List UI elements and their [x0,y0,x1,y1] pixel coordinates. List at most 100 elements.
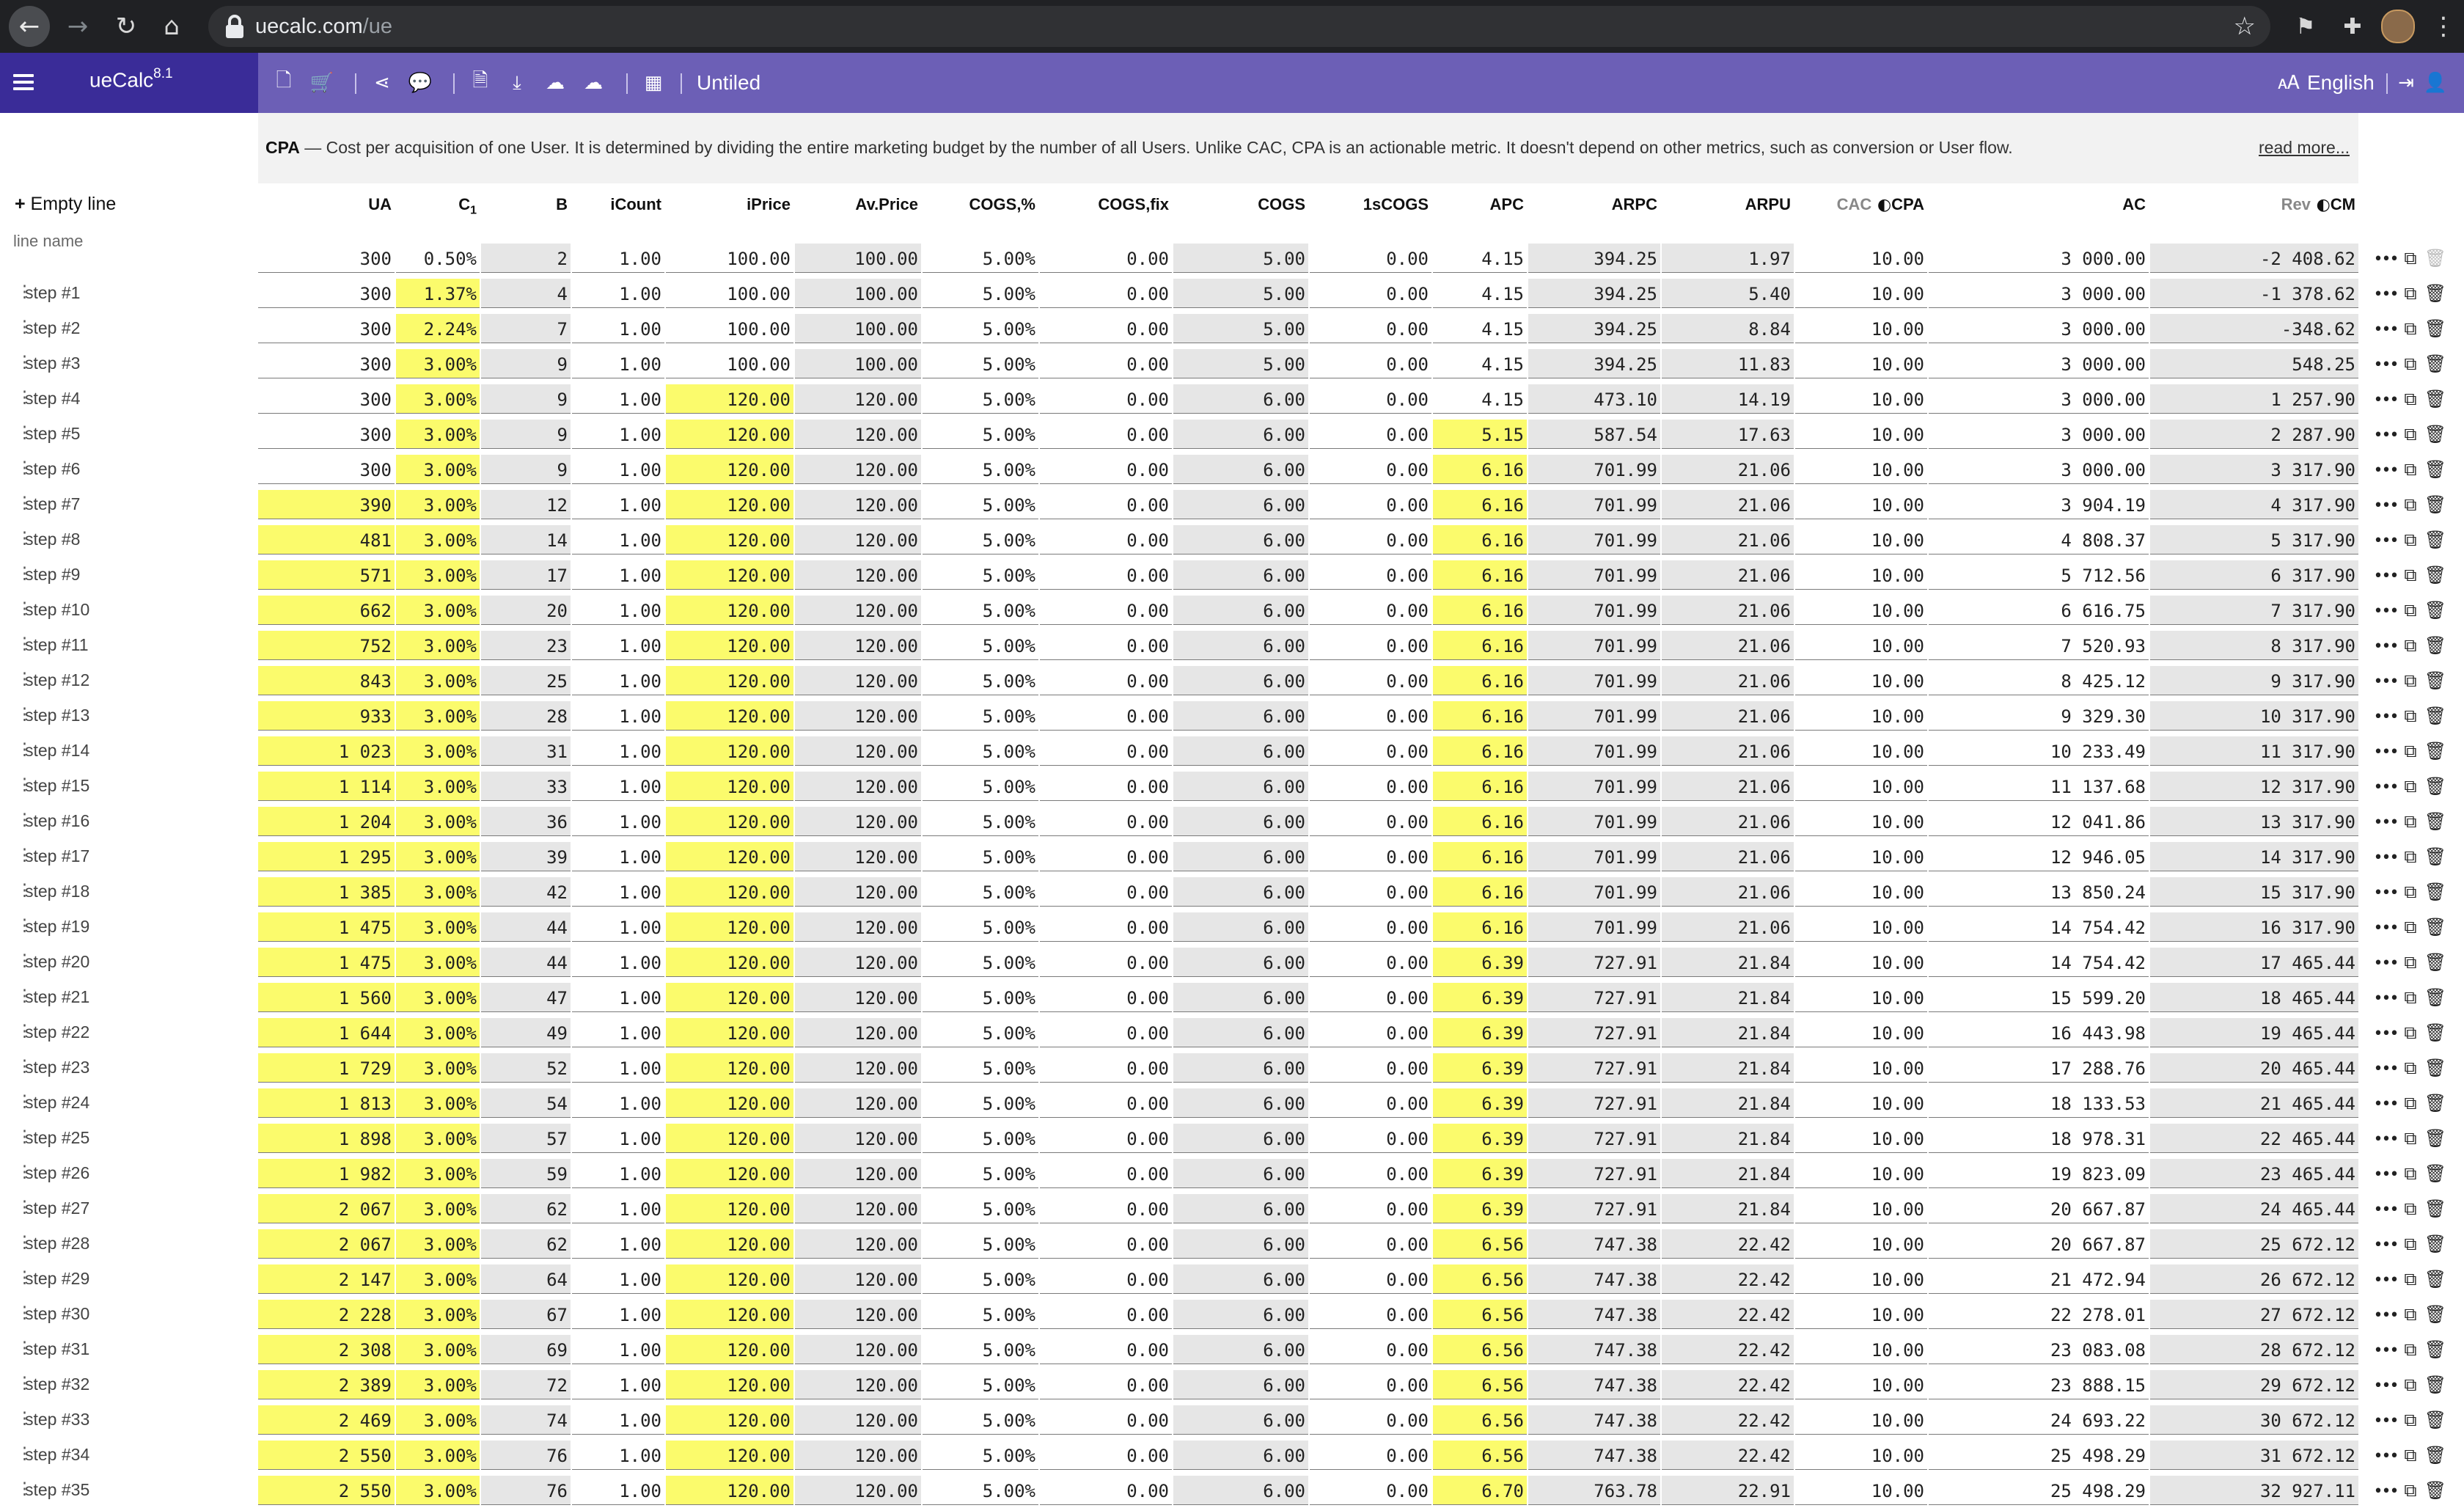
table-cell[interactable]: 3.00% [396,666,480,695]
table-cell[interactable]: 0.00 [1040,807,1172,836]
copy-icon[interactable]: ⧉ [2398,1159,2423,1188]
table-cell[interactable]: 0.00 [1040,314,1172,343]
more-options-icon[interactable]: ••• [2373,421,2399,450]
table-cell[interactable]: 1.00 [572,349,664,378]
table-cell[interactable]: 120.00 [666,490,793,519]
more-options-icon[interactable]: ••• [2373,280,2399,310]
copy-icon[interactable]: ⧉ [2398,490,2423,519]
copy-icon[interactable]: ⧉ [2398,314,2423,343]
table-cell[interactable]: 120.00 [666,1441,793,1470]
table-cell[interactable]: 120.00 [666,701,793,731]
copy-icon[interactable]: ⧉ [2398,1053,2423,1083]
language-icon[interactable]: 🗚 [2275,69,2303,97]
table-cell[interactable]: 300 [258,244,395,273]
table-cell[interactable]: 6.56 [1433,1300,1527,1329]
table-cell[interactable]: 3.00% [396,807,480,836]
more-options-icon[interactable]: ••• [2373,632,2399,662]
table-cell[interactable]: 5.00% [923,314,1038,343]
trash-icon[interactable]: 🗑 [2423,1124,2448,1153]
trash-icon[interactable]: 🗑 [2423,1229,2448,1259]
table-cell[interactable]: 1 729 [258,1053,395,1083]
row-name-label[interactable]: step #10 [16,599,89,620]
table-cell[interactable]: 120.00 [666,736,793,766]
table-cell[interactable]: 0.00 [1040,490,1172,519]
table-cell[interactable]: 0.00 [1040,244,1172,273]
table-cell[interactable]: 0.00 [1310,1229,1431,1259]
copy-icon[interactable]: ⧉ [2398,1441,2423,1470]
table-cell[interactable]: 0.00 [1310,631,1431,660]
table-cell[interactable]: 6.56 [1433,1264,1527,1294]
table-cell[interactable]: 0.00 [1040,279,1172,308]
table-cell[interactable]: 3.00% [396,525,480,554]
copy-icon[interactable]: ⧉ [2398,912,2423,942]
row-name-label[interactable]: step #4 [16,387,81,409]
copy-icon[interactable]: ⧉ [2398,842,2423,871]
more-options-icon[interactable]: ••• [2373,808,2399,838]
table-cell[interactable]: 3.00% [396,490,480,519]
table-cell[interactable]: 2 147 [258,1264,395,1294]
document-icon[interactable]: 🗎 [466,69,494,97]
table-cell[interactable]: 0.00 [1040,525,1172,554]
table-cell[interactable]: 1.00 [572,490,664,519]
table-cell[interactable]: 1.00 [572,1335,664,1364]
trash-icon[interactable]: 🗑 [2423,560,2448,590]
more-options-icon[interactable]: ••• [2373,1055,2399,1084]
table-cell[interactable]: 0.00 [1310,807,1431,836]
table-cell[interactable]: 0.00 [1310,983,1431,1012]
row-name-label[interactable]: step #16 [16,810,89,831]
table-cell[interactable]: 120.00 [666,1229,793,1259]
table-cell[interactable]: 662 [258,596,395,625]
table-cell[interactable]: 6.16 [1433,912,1527,942]
table-cell[interactable]: 6.16 [1433,596,1527,625]
column-header-av-price[interactable]: Av.Price [795,195,918,214]
trash-icon[interactable]: 🗑 [2423,877,2448,907]
table-cell[interactable]: 120.00 [666,1405,793,1435]
table-cell[interactable]: 6.16 [1433,455,1527,484]
table-cell[interactable]: 2 308 [258,1335,395,1364]
table-cell[interactable]: 3.00% [396,1053,480,1083]
column-header-1scogs[interactable]: 1sCOGS [1310,195,1429,214]
table-cell[interactable]: 6.16 [1433,736,1527,766]
table-cell[interactable]: 0.00 [1310,490,1431,519]
row-name-label[interactable]: step #1 [16,282,81,303]
copy-icon[interactable]: ⧉ [2398,631,2423,660]
table-cell[interactable]: 1.00 [572,701,664,731]
trash-icon[interactable]: 🗑 [2423,490,2448,519]
table-cell[interactable]: 10.00 [1795,948,1927,977]
table-cell[interactable]: 10.00 [1795,560,1927,590]
table-cell[interactable]: 6.16 [1433,877,1527,907]
table-cell[interactable]: 3.00% [396,877,480,907]
table-cell[interactable]: 6.16 [1433,807,1527,836]
trash-icon[interactable]: 🗑 [2423,1088,2448,1118]
copy-icon[interactable]: ⧉ [2398,1335,2423,1364]
more-options-icon[interactable]: ••• [2373,843,2399,873]
table-cell[interactable]: 6.39 [1433,1018,1527,1047]
table-cell[interactable]: 3.00% [396,1088,480,1118]
table-cell[interactable]: 120.00 [666,1370,793,1399]
table-cell[interactable]: 5.00% [923,1405,1038,1435]
read-more-link[interactable]: read more... [2259,138,2350,158]
table-cell[interactable]: 1.00 [572,596,664,625]
trash-icon[interactable]: 🗑 [2423,525,2448,554]
more-options-icon[interactable]: ••• [2373,1125,2399,1154]
row-name-label[interactable]: step #5 [16,422,81,444]
table-cell[interactable]: 0.00 [1310,1018,1431,1047]
row-name-label[interactable]: step #26 [16,1162,89,1183]
row-name-label[interactable]: step #31 [16,1338,89,1359]
column-header-cac[interactable]: CAC ◐CPA [1795,195,1924,214]
table-cell[interactable]: 6.16 [1433,631,1527,660]
table-cell[interactable]: 3.00% [396,983,480,1012]
table-cell[interactable]: 10.00 [1795,1300,1927,1329]
copy-icon[interactable]: ⧉ [2398,420,2423,449]
table-cell[interactable]: 1.00 [572,314,664,343]
more-options-icon[interactable]: ••• [2373,491,2399,521]
copy-icon[interactable]: ⧉ [2398,1088,2423,1118]
table-cell[interactable]: 0.00 [1040,983,1172,1012]
table-cell[interactable]: 3.00% [396,631,480,660]
more-options-icon[interactable]: ••• [2373,914,2399,943]
more-options-icon[interactable]: ••• [2373,1090,2399,1119]
table-cell[interactable]: 120.00 [666,666,793,695]
table-cell[interactable]: 0.00 [1040,877,1172,907]
table-cell[interactable]: 300 [258,384,395,414]
copy-icon[interactable]: ⧉ [2398,384,2423,414]
